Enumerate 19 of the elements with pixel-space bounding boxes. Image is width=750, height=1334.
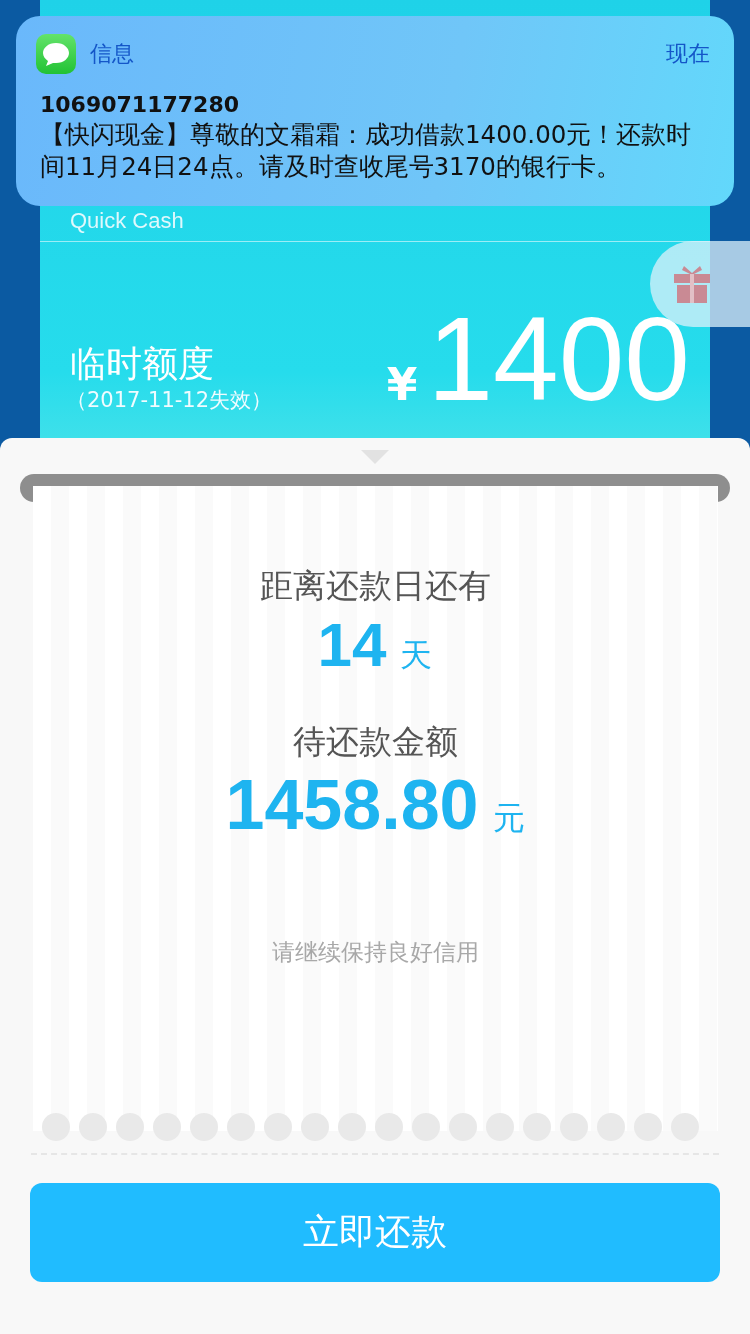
- amount-unit: 元: [492, 798, 525, 839]
- gift-icon: [672, 264, 712, 304]
- amount-label: 待还款金额: [292, 721, 458, 763]
- days-count: 14: [317, 609, 387, 680]
- days-unit: 天: [400, 635, 433, 676]
- credit-note: 请继续保持良好信用: [271, 938, 479, 967]
- sender-number: 1069071177280: [40, 92, 240, 117]
- notification-banner[interactable]: 信息 现在 1069071177280 【快闪现金】尊敬的文霜霜：成功借款1400.00元！还款时间11月24日24点。请及时查收尾号3170的银行卡。: [16, 16, 734, 206]
- notification-time: 现在: [666, 40, 710, 68]
- expiry-date: （2017-11-12失效）: [66, 387, 273, 414]
- brand-name: Quick Cash: [70, 210, 184, 232]
- message-text: 【快闪现金】尊敬的文霜霜：成功借款1400.00元！还款时间11月24日24点。请及时查收尾号3170的银行卡。: [40, 119, 693, 183]
- credit-label: 临时额度: [70, 342, 214, 386]
- app-name: 信息: [90, 40, 135, 68]
- repayment-amount: 1458.80: [225, 765, 479, 845]
- credit-amount: 1400: [427, 300, 690, 418]
- currency-symbol: ¥: [386, 359, 418, 410]
- days-label: 距离还款日还有: [259, 565, 491, 607]
- messages-app-icon: [36, 34, 76, 74]
